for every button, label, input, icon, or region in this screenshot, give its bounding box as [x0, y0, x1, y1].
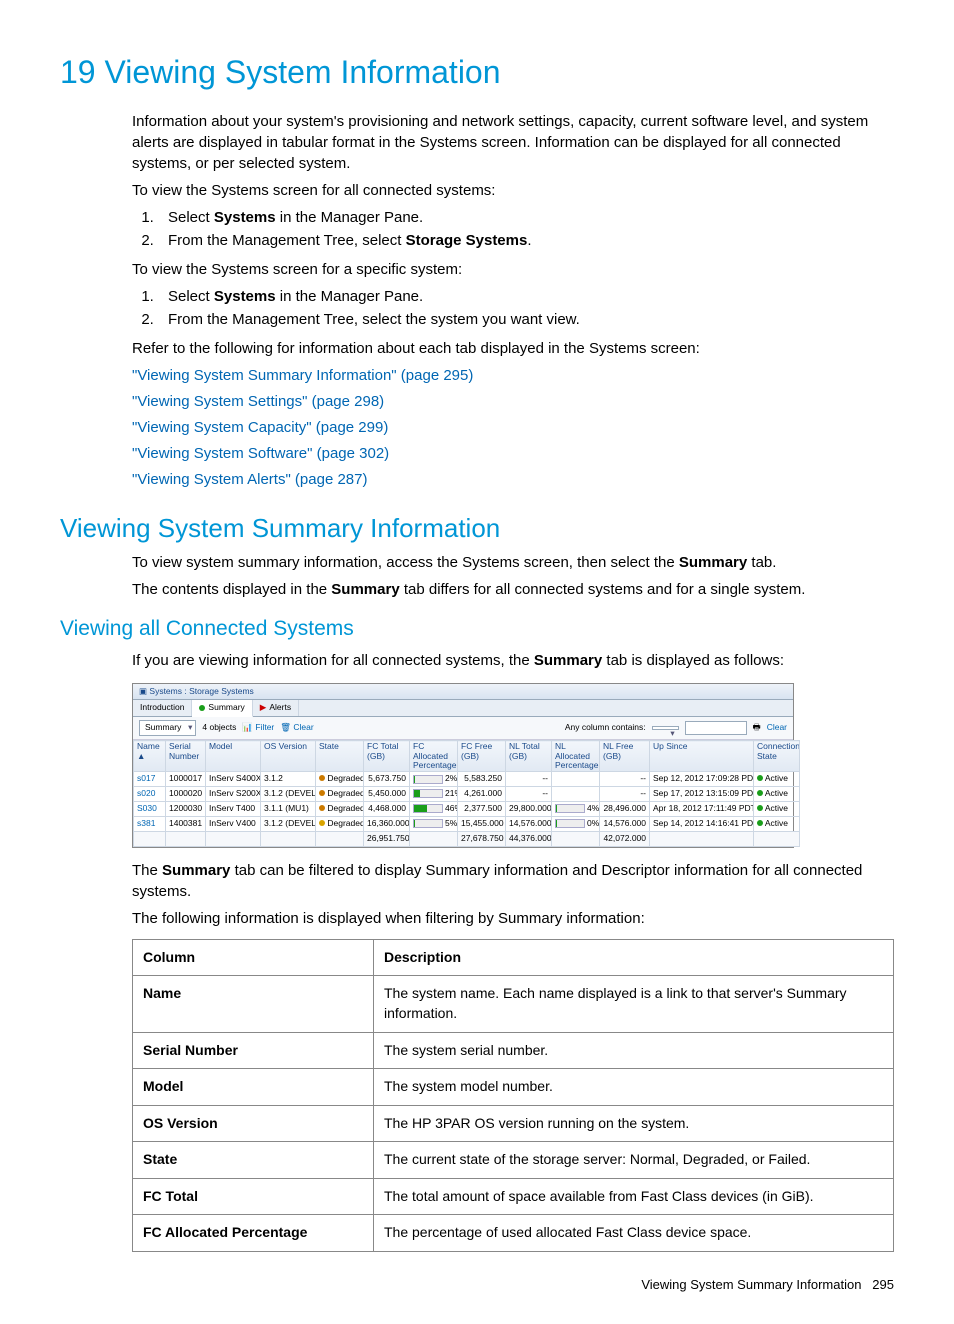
table-row: s0171000017InServ S400X3.1.2 Degraded5,6… [134, 772, 800, 787]
search-label: Any column contains: [565, 722, 646, 734]
system-link[interactable]: s381 [137, 818, 155, 828]
all-systems-p: If you are viewing information for all c… [132, 650, 894, 671]
desc-row: StateThe current state of the storage se… [133, 1142, 894, 1179]
column-description-table: Column Description NameThe system name. … [132, 939, 894, 1252]
system-link[interactable]: s020 [137, 788, 155, 798]
total-fc: 26,951.750 [364, 831, 410, 846]
filter-lead: The following information is displayed w… [132, 908, 894, 929]
page-footer: Viewing System Summary Information 295 [60, 1276, 894, 1294]
search-mode-dropdown[interactable] [652, 726, 679, 730]
alert-icon: ▶ [260, 702, 267, 714]
col-header[interactable]: Model [206, 741, 261, 772]
subsection-heading: Viewing all Connected Systems [60, 614, 894, 643]
print-icon[interactable]: 🖶 [753, 722, 761, 734]
window-title: ▣ Systems : Storage Systems [133, 684, 793, 701]
col-header[interactable]: OS Version [261, 741, 316, 772]
window-icon: ▣ [139, 686, 147, 696]
desc-col: State [133, 1142, 374, 1179]
tab-alerts[interactable]: ▶Alerts [253, 700, 299, 716]
steps-one: Select Systems in the Manager Pane. From… [132, 286, 894, 330]
th-description: Description [374, 939, 894, 976]
section-heading: Viewing System Summary Information [60, 510, 894, 546]
col-header[interactable]: Connection State [754, 741, 800, 772]
summary-p1: To view system summary information, acce… [132, 552, 894, 573]
col-header[interactable]: State [316, 741, 364, 772]
status-dot-icon [199, 705, 205, 711]
desc-col: FC Allocated Percentage [133, 1215, 374, 1252]
filter-button[interactable]: 📊 Filter [242, 722, 274, 734]
desc-col: Name [133, 976, 374, 1032]
desc-col: Model [133, 1069, 374, 1106]
col-header[interactable]: Serial Number [166, 741, 206, 772]
desc-col: OS Version [133, 1105, 374, 1142]
total-nl: 44,376.000 [506, 831, 552, 846]
desc-row: OS VersionThe HP 3PAR OS version running… [133, 1105, 894, 1142]
refer-paragraph: Refer to the following for information a… [132, 338, 894, 359]
tab-bar: Introduction Summary ▶Alerts [133, 700, 793, 717]
table-row: s0201000020InServ S200X3.1.2 (DEVEL) Deg… [134, 787, 800, 802]
table-header-row: Name ▲ Serial Number Model OS Version St… [134, 741, 800, 772]
col-header[interactable]: Up Since [650, 741, 754, 772]
desc-col: FC Total [133, 1178, 374, 1215]
clear-button[interactable]: 🗑 Clear [280, 722, 313, 734]
col-header[interactable]: NL Free (GB) [600, 741, 650, 772]
col-header[interactable]: Name ▲ [134, 741, 166, 772]
col-header[interactable]: NL Total (GB) [506, 741, 552, 772]
tab-summary[interactable]: Summary [192, 700, 252, 717]
xref-link[interactable]: "Viewing System Capacity" (page 299) [132, 419, 388, 436]
xref-list: "Viewing System Summary Information" (pa… [132, 365, 894, 490]
toolbar: Summary 4 objects 📊 Filter 🗑 Clear Any c… [133, 717, 793, 740]
step-2: From the Management Tree, select Storage… [158, 230, 894, 251]
system-link[interactable]: S030 [137, 803, 157, 813]
sort-icon: ▲ [137, 751, 145, 761]
table-row: S0301200030InServ T4003.1.1 (MU1) Degrad… [134, 802, 800, 817]
after-screenshot-p: The Summary tab can be filtered to displ… [132, 860, 894, 902]
system-link[interactable]: s017 [137, 773, 155, 783]
desc-row: FC Allocated PercentageThe percentage of… [133, 1215, 894, 1252]
desc-text: The system model number. [374, 1069, 894, 1106]
totals-row: 26,951.750 27,678.750 44,376.000 42,072.… [134, 831, 800, 846]
step-1: Select Systems in the Manager Pane. [158, 207, 894, 228]
desc-row: FC TotalThe total amount of space availa… [133, 1178, 894, 1215]
page-title: 19 Viewing System Information [60, 50, 894, 95]
view-all-lead: To view the Systems screen for all conne… [132, 180, 894, 201]
object-count: 4 objects [202, 722, 236, 734]
step-3: Select Systems in the Manager Pane. [158, 286, 894, 307]
xref-link[interactable]: "Viewing System Software" (page 302) [132, 445, 389, 462]
desc-col: Serial Number [133, 1032, 374, 1069]
view-dropdown[interactable]: Summary [139, 720, 196, 736]
xref-link[interactable]: "Viewing System Summary Information" (pa… [132, 367, 473, 384]
steps-all: Select Systems in the Manager Pane. From… [132, 207, 894, 251]
col-header[interactable]: FC Free (GB) [458, 741, 506, 772]
view-one-lead: To view the Systems screen for a specifi… [132, 259, 894, 280]
summary-p2: The contents displayed in the Summary ta… [132, 579, 894, 600]
clear-search-button[interactable]: Clear [767, 722, 787, 734]
total-fc-free: 27,678.750 [458, 831, 506, 846]
desc-text: The total amount of space available from… [374, 1178, 894, 1215]
systems-screenshot: ▣ Systems : Storage Systems Introduction… [132, 683, 794, 848]
th-column: Column [133, 939, 374, 976]
desc-text: The current state of the storage server:… [374, 1142, 894, 1179]
xref-link[interactable]: "Viewing System Alerts" (page 287) [132, 471, 368, 488]
xref-link[interactable]: "Viewing System Settings" (page 298) [132, 393, 384, 410]
intro-paragraph: Information about your system's provisio… [132, 111, 894, 174]
search-input[interactable] [685, 721, 747, 735]
total-nl-free: 42,072.000 [600, 831, 650, 846]
step-4: From the Management Tree, select the sys… [158, 309, 894, 330]
desc-text: The HP 3PAR OS version running on the sy… [374, 1105, 894, 1142]
desc-text: The percentage of used allocated Fast Cl… [374, 1215, 894, 1252]
tab-introduction[interactable]: Introduction [133, 700, 192, 716]
col-header[interactable]: FC Total (GB) [364, 741, 410, 772]
col-header[interactable]: FC Allocated Percentage [410, 741, 458, 772]
desc-row: NameThe system name. Each name displayed… [133, 976, 894, 1032]
desc-text: The system serial number. [374, 1032, 894, 1069]
systems-table: Name ▲ Serial Number Model OS Version St… [133, 740, 800, 846]
col-header[interactable]: NL Allocated Percentage [552, 741, 600, 772]
table-row: s3811400381InServ V4003.1.2 (DEVEL) Degr… [134, 816, 800, 831]
desc-row: Serial NumberThe system serial number. [133, 1032, 894, 1069]
desc-text: The system name. Each name displayed is … [374, 976, 894, 1032]
desc-row: ModelThe system model number. [133, 1069, 894, 1106]
